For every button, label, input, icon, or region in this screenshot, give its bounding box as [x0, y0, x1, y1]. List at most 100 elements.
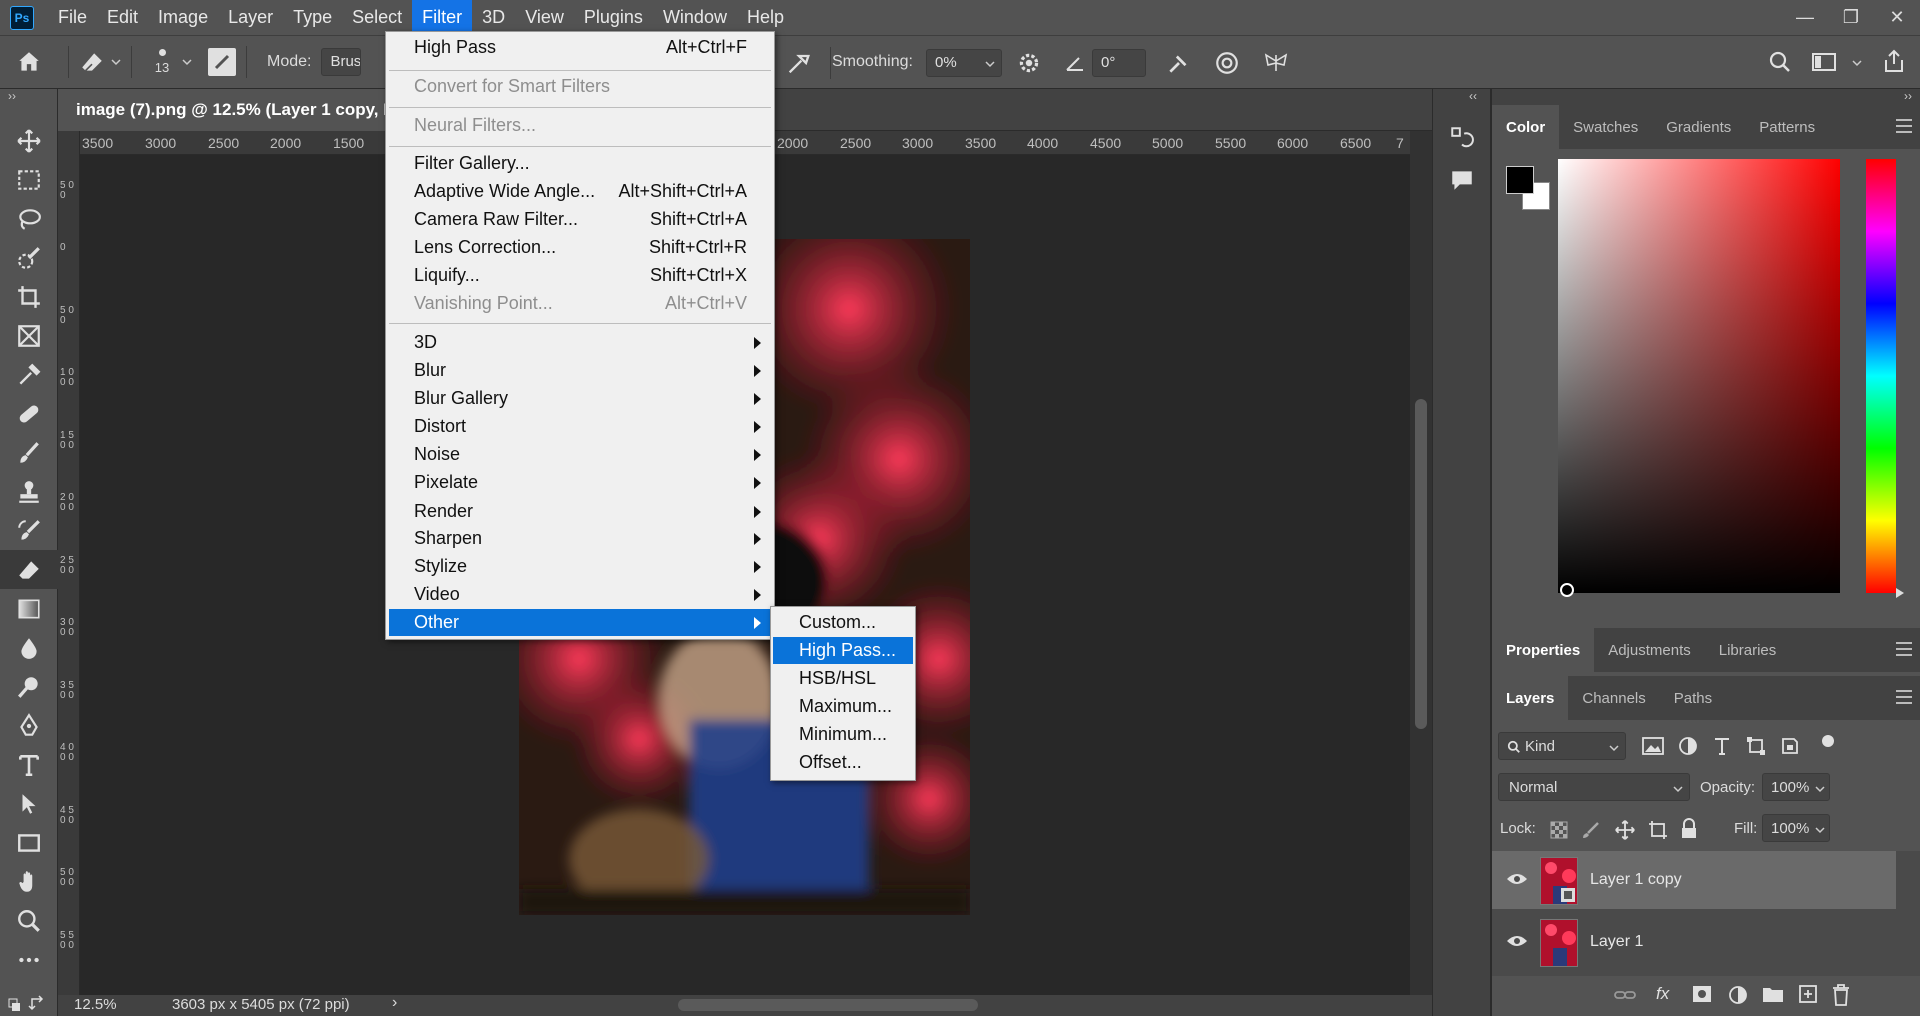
smoothing-input[interactable]: 0% — [926, 49, 1002, 77]
zoom-level[interactable]: 12.5% — [74, 996, 117, 1013]
mode-select[interactable]: Brus — [321, 48, 362, 76]
menu-item-liquify[interactable]: Liquify... Shift+Ctrl+X — [389, 262, 771, 289]
smart-object-filter-icon[interactable] — [1780, 736, 1800, 756]
tab-properties[interactable]: Properties — [1492, 628, 1595, 672]
gradient-tool[interactable] — [0, 589, 58, 628]
menu-plugins[interactable]: Plugins — [574, 0, 653, 35]
shape-layer-filter-icon[interactable] — [1746, 736, 1766, 756]
healing-brush-tool[interactable] — [0, 394, 58, 433]
path-selection-tool[interactable] — [0, 784, 58, 823]
quick-selection-tool[interactable] — [0, 238, 58, 277]
move-tool[interactable] — [0, 121, 58, 160]
type-layer-filter-icon[interactable] — [1712, 736, 1732, 756]
workspace-button[interactable] — [1812, 52, 1838, 75]
expand-panels-icon[interactable]: ›› — [1904, 89, 1912, 103]
foreground-color-swatch[interactable] — [1506, 166, 1534, 194]
tab-channels[interactable]: Channels — [1568, 676, 1659, 720]
layers-panel-menu-icon[interactable] — [1896, 690, 1912, 704]
search-button[interactable] — [1768, 50, 1792, 77]
symmetry-button[interactable] — [1262, 50, 1290, 79]
collapse-toolbar-icon[interactable]: ›› — [0, 89, 57, 111]
tab-adjustments[interactable]: Adjustments — [1594, 628, 1705, 672]
brush-settings-button[interactable] — [208, 48, 236, 76]
layer-name[interactable]: Layer 1 copy — [1590, 871, 1682, 889]
fill-input[interactable]: 100% — [1762, 814, 1830, 842]
filter-toggle-icon[interactable] — [1822, 735, 1834, 747]
clone-stamp-tool[interactable] — [0, 472, 58, 511]
hue-slider-handle[interactable] — [1896, 588, 1904, 598]
crop-tool[interactable] — [0, 277, 58, 316]
menu-item-stylize[interactable]: Stylize — [389, 553, 771, 580]
menu-item-pixelate[interactable]: Pixelate — [389, 469, 771, 496]
default-colors-button[interactable] — [8, 995, 48, 1016]
add-mask-icon[interactable] — [1692, 985, 1712, 1003]
brush-size-picker[interactable]: 13 — [142, 49, 182, 75]
menu-type[interactable]: Type — [283, 0, 342, 35]
menu-item-lens-correction[interactable]: Lens Correction... Shift+Ctrl+R — [389, 234, 771, 261]
comments-panel-button[interactable] — [1449, 167, 1475, 196]
tool-preset-picker[interactable] — [79, 49, 121, 75]
marquee-tool[interactable] — [0, 160, 58, 199]
menu-image[interactable]: Image — [148, 0, 218, 35]
eye-icon[interactable] — [1506, 871, 1528, 887]
collapse-panels-icon[interactable]: ‹‹ — [1469, 89, 1477, 103]
menu-layer[interactable]: Layer — [218, 0, 283, 35]
link-layers-icon[interactable] — [1614, 986, 1636, 1004]
angle-input[interactable]: 0° — [1092, 49, 1146, 77]
menu-item-vanishing-point[interactable]: Vanishing Point... Alt+Ctrl+V — [389, 290, 771, 317]
tab-color[interactable]: Color — [1492, 105, 1560, 149]
submenu-item-custom[interactable]: Custom... — [773, 609, 913, 636]
new-layer-icon[interactable] — [1798, 984, 1818, 1004]
menu-view[interactable]: View — [515, 0, 574, 35]
submenu-item-minimum[interactable]: Minimum... — [773, 721, 913, 748]
lock-transparency-icon[interactable] — [1550, 821, 1568, 839]
color-panel-menu-icon[interactable] — [1896, 119, 1912, 133]
menu-select[interactable]: Select — [342, 0, 412, 35]
brush-tool[interactable] — [0, 433, 58, 472]
history-brush-tool[interactable] — [0, 511, 58, 550]
submenu-item-hsb-hsl[interactable]: HSB/HSL — [773, 665, 913, 692]
menu-item-other[interactable]: Other — [389, 609, 771, 636]
hand-tool[interactable] — [0, 862, 58, 901]
tab-libraries[interactable]: Libraries — [1705, 628, 1791, 672]
eraser-tool[interactable] — [0, 550, 58, 589]
share-button[interactable] — [1882, 48, 1906, 77]
menu-item-camera-raw-filter[interactable]: Camera Raw Filter... Shift+Ctrl+A — [389, 206, 771, 233]
zoom-tool[interactable] — [0, 901, 58, 940]
lock-pixels-icon[interactable] — [1582, 821, 1600, 839]
new-adjustment-layer-icon[interactable] — [1728, 985, 1748, 1005]
layer-filter-select[interactable]: Kind — [1498, 732, 1626, 760]
status-menu-arrow-icon[interactable]: › — [392, 994, 397, 1012]
airbrush-button[interactable] — [785, 49, 813, 80]
new-group-icon[interactable] — [1762, 985, 1784, 1003]
pen-tool[interactable] — [0, 706, 58, 745]
menu-item-neural-filters[interactable]: Neural Filters... — [389, 112, 771, 139]
menu-item-3d[interactable]: 3D — [389, 329, 771, 356]
document-tab[interactable]: image (7).png @ 12.5% (Layer 1 copy, R — [58, 89, 388, 131]
home-button[interactable] — [0, 49, 58, 75]
menu-item-filter-gallery[interactable]: Filter Gallery... — [389, 150, 771, 177]
lock-position-icon[interactable] — [1614, 819, 1636, 841]
blur-tool[interactable] — [0, 628, 58, 667]
horizontal-scrollbar-thumb[interactable] — [678, 999, 978, 1011]
menu-edit[interactable]: Edit — [97, 0, 148, 35]
menu-help[interactable]: Help — [737, 0, 794, 35]
color-field[interactable] — [1558, 159, 1840, 597]
restore-button[interactable]: ❐ — [1828, 0, 1874, 35]
eyedropper-tool[interactable] — [0, 355, 58, 394]
tab-gradients[interactable]: Gradients — [1652, 105, 1745, 149]
menu-item-last-filter[interactable]: High Pass Alt+Ctrl+F — [389, 34, 771, 61]
dodge-tool[interactable] — [0, 667, 58, 706]
rectangle-tool[interactable] — [0, 823, 58, 862]
menu-item-convert-smart-filters[interactable]: Convert for Smart Filters — [389, 73, 771, 100]
menu-file[interactable]: File — [48, 0, 97, 35]
eye-icon[interactable] — [1506, 933, 1528, 949]
tab-paths[interactable]: Paths — [1660, 676, 1726, 720]
submenu-item-offset[interactable]: Offset... — [773, 749, 913, 776]
color-picker-cursor[interactable] — [1560, 583, 1574, 597]
layer-style-icon[interactable]: fx — [1656, 984, 1669, 1004]
menu-item-sharpen[interactable]: Sharpen — [389, 525, 771, 552]
minimize-button[interactable]: — — [1782, 0, 1828, 35]
chevron-down-icon[interactable] — [182, 57, 192, 67]
menu-item-blur-gallery[interactable]: Blur Gallery — [389, 385, 771, 412]
